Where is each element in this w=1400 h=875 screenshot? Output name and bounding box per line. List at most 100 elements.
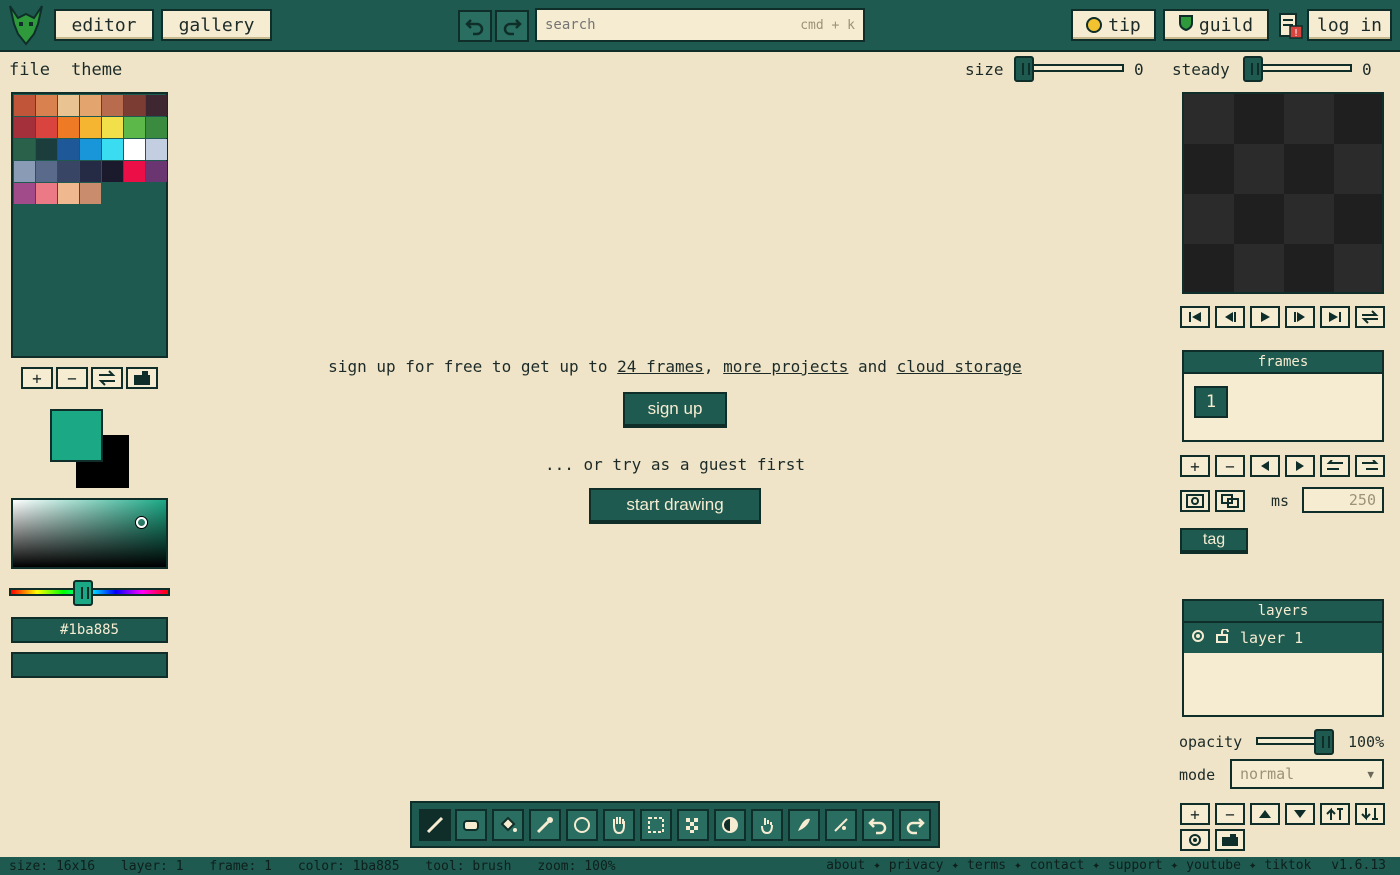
start-drawing-button[interactable]: start drawing (589, 488, 761, 522)
blur-icon[interactable] (825, 809, 857, 841)
undo-icon[interactable] (458, 10, 492, 42)
merge-down-icon[interactable] (1355, 803, 1385, 825)
redo-icon[interactable] (495, 10, 529, 42)
gallery-button[interactable]: gallery (161, 9, 272, 41)
palette-swatch[interactable] (14, 161, 35, 182)
palette-swatch[interactable] (36, 183, 57, 204)
palette-swatch[interactable] (36, 95, 57, 116)
brush-icon[interactable] (419, 809, 451, 841)
eyedropper-icon[interactable] (529, 809, 561, 841)
frame-item[interactable]: 1 (1194, 386, 1228, 418)
palette-swatch[interactable] (36, 161, 57, 182)
palette-swatch[interactable] (58, 117, 79, 138)
frame-duration-input[interactable] (1302, 487, 1384, 513)
palette-swatch[interactable] (14, 183, 35, 204)
palette-swatch[interactable] (80, 139, 101, 160)
ellipse-icon[interactable] (566, 809, 598, 841)
guild-button[interactable]: guild (1163, 9, 1269, 41)
editor-button[interactable]: editor (54, 9, 154, 41)
dither-icon[interactable] (677, 809, 709, 841)
picker-cursor[interactable] (136, 517, 147, 528)
play-icon[interactable] (1250, 306, 1280, 328)
size-slider-track[interactable] (1020, 64, 1124, 72)
duplicate-frame-left-icon[interactable] (1320, 455, 1350, 477)
login-button[interactable]: log in (1307, 9, 1392, 41)
next-frame-icon[interactable] (1285, 306, 1315, 328)
prev-frame-icon[interactable] (1215, 306, 1245, 328)
notification-icon[interactable]: ! (1278, 12, 1304, 40)
layer-menu-icon[interactable] (1215, 829, 1245, 851)
hex-color-field[interactable]: #1ba885 (11, 617, 168, 643)
blend-mode-select[interactable]: normal ▼ (1230, 759, 1384, 789)
palette-swatch[interactable] (80, 117, 101, 138)
saturation-value-picker[interactable] (11, 498, 168, 569)
palette-swatch[interactable] (102, 161, 123, 182)
eye-icon[interactable] (1190, 629, 1206, 647)
palette-swatch[interactable] (124, 117, 145, 138)
hand-pan-icon[interactable] (603, 809, 635, 841)
tip-button[interactable]: tip (1071, 9, 1156, 41)
tool-redo-icon[interactable] (899, 809, 931, 841)
pointer-hand-icon[interactable] (751, 809, 783, 841)
palette-swatch[interactable] (14, 139, 35, 160)
remove-layer-button[interactable]: − (1215, 803, 1245, 825)
color-name-field[interactable] (11, 652, 168, 678)
theme-menu[interactable]: theme (71, 60, 122, 80)
add-layer-button[interactable]: + (1180, 803, 1210, 825)
palette-swatch[interactable] (102, 95, 123, 116)
size-slider-thumb[interactable] (1014, 56, 1034, 82)
search-input[interactable] (545, 17, 775, 33)
tool-undo-icon[interactable] (862, 809, 894, 841)
palette-swatch[interactable] (146, 95, 167, 116)
promo-link-projects[interactable]: more projects (723, 357, 848, 376)
palette-swatch[interactable] (80, 95, 101, 116)
palette-swatch[interactable] (124, 161, 145, 182)
move-frame-left-icon[interactable] (1250, 455, 1280, 477)
shade-icon[interactable] (714, 809, 746, 841)
palette-swatch[interactable] (102, 139, 123, 160)
fill-bucket-icon[interactable] (492, 809, 524, 841)
hue-slider-thumb[interactable] (73, 580, 93, 606)
palette-swatch[interactable] (58, 161, 79, 182)
palette-swatch[interactable] (36, 117, 57, 138)
duplicate-frame-right-icon[interactable] (1355, 455, 1385, 477)
tag-button[interactable]: tag (1180, 528, 1248, 552)
eraser-icon[interactable] (455, 809, 487, 841)
palette-swatch[interactable] (58, 95, 79, 116)
palette-swatch[interactable] (14, 95, 35, 116)
layer-up-icon[interactable] (1250, 803, 1280, 825)
palette-swatch[interactable] (80, 161, 101, 182)
footer-links[interactable]: about ✦ privacy ✦ terms ✦ contact ✦ supp… (826, 858, 1311, 873)
last-frame-icon[interactable] (1320, 306, 1350, 328)
layer-visibility-icon[interactable] (1180, 829, 1210, 851)
loop-icon[interactable] (1355, 306, 1385, 328)
dragon-logo-icon[interactable] (6, 4, 46, 46)
palette-swatch[interactable] (14, 117, 35, 138)
remove-frame-button[interactable]: − (1215, 455, 1245, 477)
merge-up-icon[interactable] (1320, 803, 1350, 825)
smudge-icon[interactable] (788, 809, 820, 841)
search-box[interactable]: cmd + k (535, 8, 865, 42)
steady-slider-thumb[interactable] (1243, 56, 1263, 82)
palette-swatch[interactable] (124, 95, 145, 116)
onion-skin-icon[interactable] (1180, 490, 1210, 512)
palette-swatch[interactable] (146, 161, 167, 182)
layer-row[interactable]: layer 1 (1184, 623, 1382, 653)
file-menu[interactable]: file (9, 60, 50, 80)
signup-button[interactable]: sign up (623, 392, 727, 426)
opacity-slider-thumb[interactable] (1314, 729, 1334, 755)
palette-swatch[interactable] (58, 183, 79, 204)
lock-icon[interactable] (1216, 628, 1230, 647)
palette-swatch[interactable] (146, 117, 167, 138)
add-frame-button[interactable]: + (1180, 455, 1210, 477)
steady-slider-track[interactable] (1248, 64, 1352, 72)
move-frame-right-icon[interactable] (1285, 455, 1315, 477)
promo-link-storage[interactable]: cloud storage (897, 357, 1022, 376)
palette-swatch[interactable] (102, 117, 123, 138)
layer-down-icon[interactable] (1285, 803, 1315, 825)
first-frame-icon[interactable] (1180, 306, 1210, 328)
selection-icon[interactable] (640, 809, 672, 841)
palette-swatch[interactable] (36, 139, 57, 160)
palette-swatch[interactable] (80, 183, 101, 204)
frame-copy-icon[interactable] (1215, 490, 1245, 512)
